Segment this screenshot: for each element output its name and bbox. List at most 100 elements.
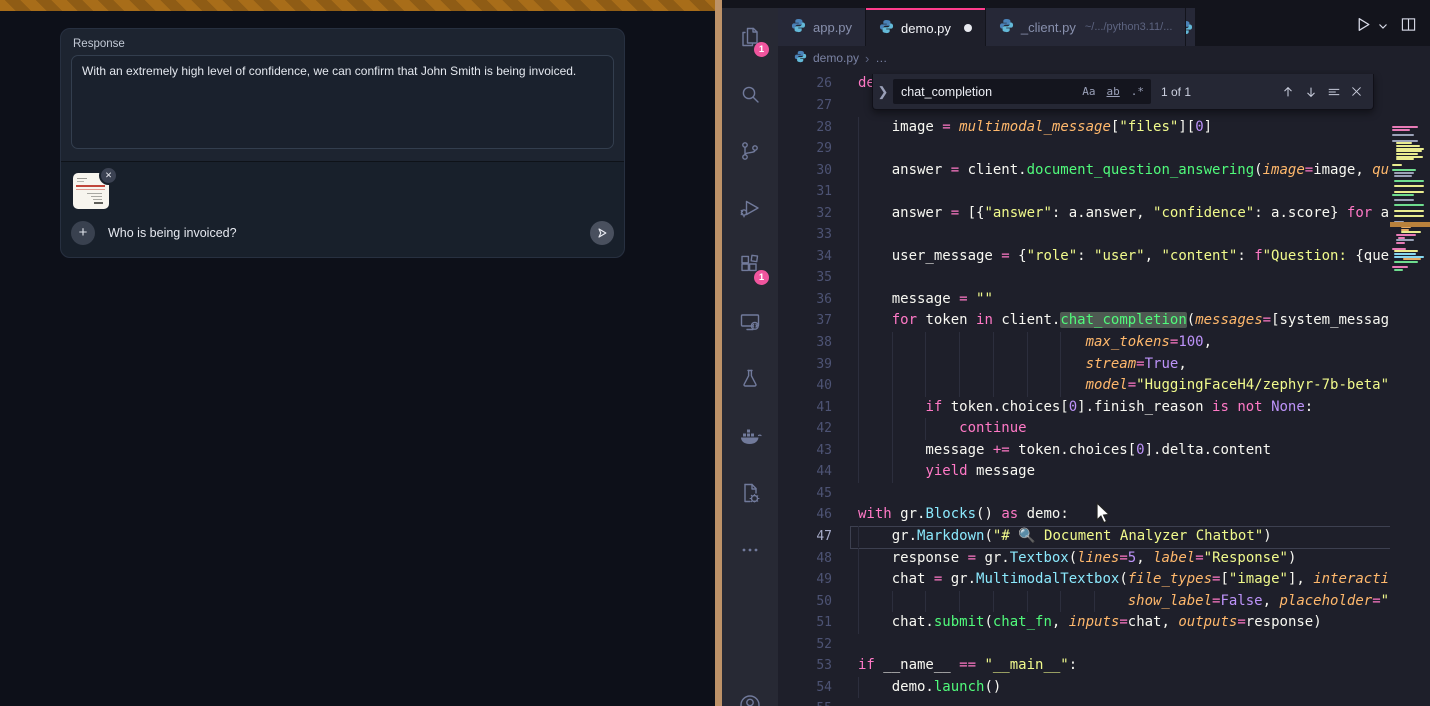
code-line-30[interactable]: 30 answer = client.document_question_ans… <box>778 160 1390 182</box>
remove-attachment-icon[interactable]: ✕ <box>99 166 118 185</box>
code-line-31[interactable]: 31 <box>778 181 1390 203</box>
line-number: 32 <box>778 203 832 225</box>
regex-icon[interactable]: .* <box>1127 83 1148 100</box>
minimap-line <box>1403 258 1421 260</box>
activity-explorer-icon[interactable]: 1 <box>722 8 778 65</box>
line-number: 43 <box>778 440 832 462</box>
code-line-44[interactable]: 44 yield message <box>778 461 1390 483</box>
code-line-55[interactable]: 55 <box>778 698 1390 706</box>
minimap-line <box>1396 142 1412 144</box>
breadcrumb[interactable]: demo.py › … <box>778 46 1430 70</box>
code-line-42[interactable]: 42 continue <box>778 418 1390 440</box>
breadcrumb-file[interactable]: demo.py <box>813 51 859 65</box>
code-line-34[interactable]: 34 user_message = {"role": "user", "cont… <box>778 246 1390 268</box>
activity-task-file-icon[interactable] <box>722 464 778 521</box>
breadcrumb-separator: › <box>865 51 869 66</box>
find-in-selection-icon[interactable] <box>1327 85 1341 99</box>
code-line-41[interactable]: 41 if token.choices[0].finish_reason is … <box>778 397 1390 419</box>
next-match-icon[interactable] <box>1304 85 1318 99</box>
activity-account-icon[interactable] <box>722 693 778 706</box>
code-line-43[interactable]: 43 message += token.choices[0].delta.con… <box>778 440 1390 462</box>
chat-input[interactable]: Who is being invoiced? <box>108 226 237 240</box>
code-line-32[interactable]: 32 answer = [{"answer": a.answer, "confi… <box>778 203 1390 225</box>
badge: 1 <box>754 42 769 57</box>
code-text: chat.submit(chat_fn, inputs=chat, output… <box>858 612 1322 634</box>
code-line-45[interactable]: 45 <box>778 483 1390 505</box>
code-line-52[interactable]: 52 <box>778 634 1390 656</box>
minimap-line <box>1392 140 1418 142</box>
code-line-47[interactable]: 47 gr.Markdown("# 🔍 Document Analyzer Ch… <box>778 526 1390 548</box>
code-line-39[interactable]: 39 stream=True, <box>778 354 1390 376</box>
activity-testing-icon[interactable] <box>722 350 778 407</box>
line-number: 45 <box>778 483 832 505</box>
activity-search-icon[interactable] <box>722 65 778 122</box>
minimap-line <box>1392 194 1414 196</box>
line-number: 55 <box>778 698 832 706</box>
whole-word-icon[interactable]: ab <box>1103 83 1124 100</box>
tab-partial[interactable] <box>1186 8 1195 46</box>
line-number: 29 <box>778 138 832 160</box>
activity-run-debug-icon[interactable] <box>722 179 778 236</box>
window-divider[interactable] <box>715 0 722 706</box>
breadcrumb-more[interactable]: … <box>875 51 887 65</box>
code-line-29[interactable]: 29 <box>778 138 1390 160</box>
line-number: 44 <box>778 461 832 483</box>
code-editor[interactable]: 26def chat_fn(multimodal_message):2728 i… <box>778 70 1430 706</box>
tab-_client.py[interactable]: _client.py~/.../python3.11/... <box>986 8 1185 46</box>
python-icon <box>794 50 807 66</box>
code-line-48[interactable]: 48 response = gr.Textbox(lines=5, label=… <box>778 548 1390 570</box>
code-line-49[interactable]: 49 chat = gr.MultimodalTextbox(file_type… <box>778 569 1390 591</box>
code-text: max_tokens=100, <box>858 332 1212 354</box>
send-button[interactable] <box>590 221 614 245</box>
code-line-54[interactable]: 54 demo.launch() <box>778 677 1390 699</box>
tab-app.py[interactable]: app.py <box>778 8 865 46</box>
code-line-38[interactable]: 38 max_tokens=100, <box>778 332 1390 354</box>
find-expand-icon[interactable]: ❯ <box>873 84 893 100</box>
previous-match-icon[interactable] <box>1281 85 1295 99</box>
minimap-line <box>1396 156 1423 158</box>
code-line-51[interactable]: 51 chat.submit(chat_fn, inputs=chat, out… <box>778 612 1390 634</box>
minimap-line <box>1396 153 1418 155</box>
code-line-36[interactable]: 36 message = "" <box>778 289 1390 311</box>
find-input[interactable]: chat_completion Aa ab .* <box>893 79 1151 104</box>
split-editor-icon[interactable] <box>1401 17 1416 37</box>
run-dropdown-chevron-icon[interactable] <box>1378 18 1388 36</box>
code-line-35[interactable]: 35 <box>778 267 1390 289</box>
minimap-line <box>1394 185 1424 187</box>
code-text: answer = client.document_question_answer… <box>858 160 1390 182</box>
code-line-46[interactable]: 46with gr.Blocks() as demo: <box>778 504 1390 526</box>
line-number: 46 <box>778 504 832 526</box>
run-button-icon[interactable] <box>1355 16 1372 38</box>
code-line-40[interactable]: 40 model="HuggingFaceH4/zephyr-7b-beta")… <box>778 375 1390 397</box>
code-line-37[interactable]: 37 for token in client.chat_completion(m… <box>778 310 1390 332</box>
code-line-28[interactable]: 28 image = multimodal_message["files"][0… <box>778 117 1390 139</box>
line-number: 52 <box>778 634 832 656</box>
activity-remote-explorer-icon[interactable] <box>722 293 778 350</box>
minimap-line <box>1394 210 1424 212</box>
add-file-button[interactable]: + <box>71 221 95 245</box>
code-line-53[interactable]: 53if __name__ == "__main__": <box>778 655 1390 677</box>
line-number: 51 <box>778 612 832 634</box>
line-number: 33 <box>778 224 832 246</box>
tab-label: app.py <box>813 20 852 35</box>
code-line-33[interactable]: 33 <box>778 224 1390 246</box>
code-line-50[interactable]: 50 show_label=False, placeholder="Upload… <box>778 591 1390 613</box>
tab-demo.py[interactable]: demo.py <box>866 8 985 46</box>
line-number: 47 <box>778 526 832 548</box>
minimap[interactable] <box>1390 116 1430 706</box>
code-text: response = gr.Textbox(lines=5, label="Re… <box>858 548 1296 570</box>
activity-more-icon[interactable] <box>722 521 778 578</box>
minimap-line <box>1401 231 1421 233</box>
modified-dot-icon[interactable] <box>964 24 972 32</box>
line-number: 50 <box>778 591 832 613</box>
editor-actions <box>1341 8 1430 46</box>
find-query[interactable]: chat_completion <box>893 85 1078 99</box>
activity-source-control-icon[interactable] <box>722 122 778 179</box>
minimap-line <box>1394 199 1414 201</box>
response-textarea[interactable]: With an extremely high level of confiden… <box>71 55 614 149</box>
close-find-icon[interactable] <box>1350 85 1363 98</box>
match-case-icon[interactable]: Aa <box>1078 83 1099 100</box>
activity-extensions-icon[interactable]: 1 <box>722 236 778 293</box>
line-number: 27 <box>778 95 832 117</box>
activity-docker-icon[interactable] <box>722 407 778 464</box>
